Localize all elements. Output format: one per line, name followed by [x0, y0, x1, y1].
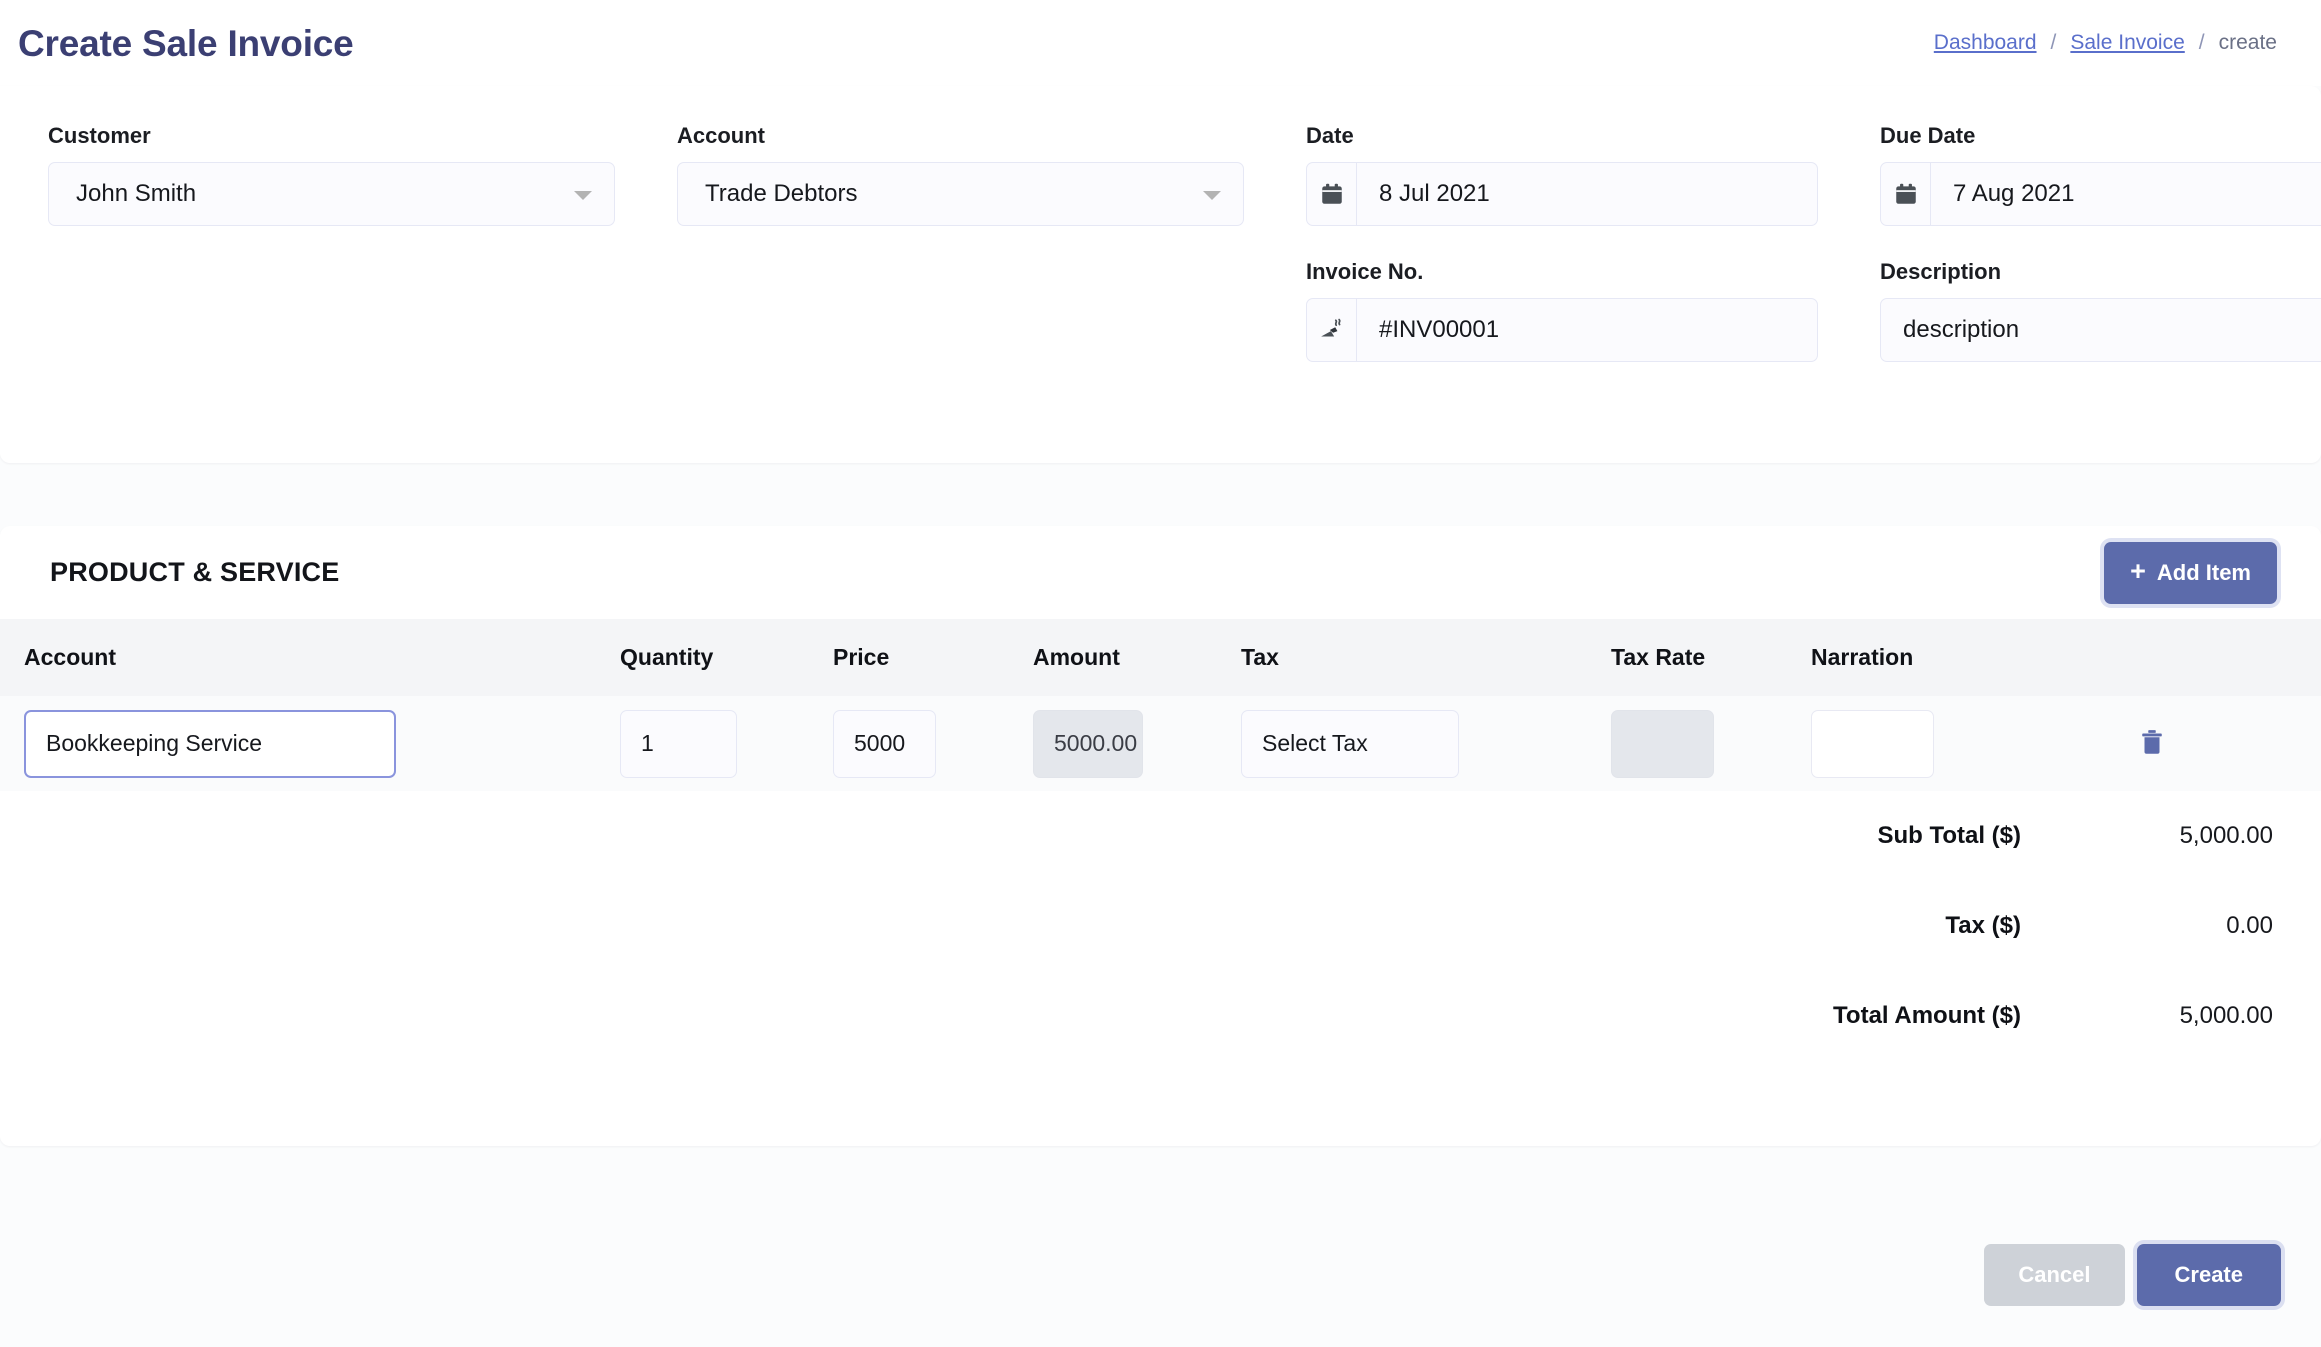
field-date: Date 8 Jul 2021 [1306, 123, 1818, 227]
column-header-quantity: Quantity [620, 619, 833, 696]
field-description: Description description [1880, 259, 2321, 363]
cell-price: 5000 [833, 696, 1033, 791]
total-value-total-amount: 5,000.00 [2179, 1002, 2273, 1029]
total-value-tax: 0.00 [2226, 912, 2273, 939]
column-header-tax-rate: Tax Rate [1611, 619, 1811, 696]
row-account-input[interactable]: Bookkeeping Service [24, 709, 396, 778]
label-customer: Customer [48, 123, 151, 148]
invoice-details-card: Customer John Smith Account Trade Debtor… [0, 86, 2321, 463]
account-select[interactable]: Trade Debtors [677, 162, 1244, 227]
column-header-amount: Amount [1033, 619, 1241, 696]
cell-tax: Select Tax [1241, 696, 1611, 791]
product-service-card: PRODUCT & SERVICE + Add Item Account Qua… [0, 526, 2321, 1146]
plus-icon: + [2130, 556, 2146, 586]
breadcrumb-separator: / [2198, 31, 2205, 54]
items-table: Account Quantity Price Amount Tax Tax Ra… [0, 619, 2321, 791]
invoice-no-input[interactable]: #INV00001 [1357, 299, 1817, 361]
date-input[interactable]: 8 Jul 2021 [1357, 163, 1817, 225]
cell-narration [1811, 696, 2131, 791]
product-service-header: PRODUCT & SERVICE + Add Item [0, 526, 2321, 619]
items-table-head: Account Quantity Price Amount Tax Tax Ra… [0, 619, 2321, 696]
cell-quantity: 1 [620, 696, 833, 791]
calendar-icon [1881, 163, 1931, 226]
field-account: Account Trade Debtors [677, 123, 1244, 227]
label-account: Account [677, 123, 765, 148]
date-input-group[interactable]: 8 Jul 2021 [1306, 162, 1818, 227]
cancel-button[interactable]: Cancel [1984, 1243, 2125, 1306]
page-body: Customer John Smith Account Trade Debtor… [0, 86, 2321, 1347]
add-item-button-label: Add Item [2156, 559, 2251, 585]
row-quantity-input[interactable]: 1 [620, 709, 737, 778]
breadcrumb-current: create [2218, 31, 2277, 54]
breadcrumb: Dashboard / Sale Invoice / create [1934, 31, 2281, 55]
chevron-down-icon [1203, 191, 1221, 201]
row-tax-select[interactable]: Select Tax [1241, 709, 1459, 778]
customer-select-value: John Smith [76, 180, 197, 208]
invoice-details-grid: Customer John Smith Account Trade Debtor… [48, 123, 2321, 363]
total-value-sub-total: 5,000.00 [2179, 822, 2273, 849]
cell-tax-rate [1611, 696, 1811, 791]
add-item-button[interactable]: + Add Item [2104, 541, 2277, 604]
total-row-tax: Tax ($) 0.00 [0, 881, 2321, 971]
page-header: Create Sale Invoice Dashboard / Sale Inv… [0, 0, 2321, 86]
column-header-price: Price [833, 619, 1033, 696]
row-amount-input: 5000.00 [1033, 709, 1143, 778]
label-invoice-no: Invoice No. [1306, 259, 1424, 285]
field-customer: Customer John Smith [48, 123, 615, 227]
items-table-header-row: Account Quantity Price Amount Tax Tax Ra… [0, 619, 2321, 696]
breadcrumb-separator: / [2050, 31, 2057, 54]
calendar-icon [1307, 163, 1357, 226]
cell-amount: 5000.00 [1033, 696, 1241, 791]
column-header-account: Account [0, 619, 620, 696]
column-header-actions [2131, 619, 2321, 696]
breadcrumb-link-sale-invoice[interactable]: Sale Invoice [2070, 31, 2184, 55]
row-tax-rate-input [1611, 709, 1714, 778]
column-header-tax: Tax [1241, 619, 1611, 696]
cell-account: Bookkeeping Service [0, 696, 620, 791]
label-description: Description [1880, 259, 2002, 285]
items-table-body: Bookkeeping Service 1 5000 5000.00 Selec [0, 696, 2321, 791]
account-select-value: Trade Debtors [705, 180, 858, 208]
totals-section: Sub Total ($) 5,000.00 Tax ($) 0.00 Tota… [0, 791, 2321, 1061]
due-date-input[interactable]: 7 Aug 2021 [1931, 163, 2321, 225]
product-service-title: PRODUCT & SERVICE [50, 557, 340, 587]
grid-spacer [48, 226, 615, 362]
total-label-tax: Tax ($) [1945, 912, 2021, 939]
field-invoice-no: Invoice No. #INV00001 [1306, 259, 1818, 363]
total-row-sub-total: Sub Total ($) 5,000.00 [0, 791, 2321, 881]
total-row-total-amount: Total Amount ($) 5,000.00 [0, 971, 2321, 1061]
customer-select[interactable]: John Smith [48, 162, 615, 227]
delete-row-button[interactable] [2137, 727, 2167, 760]
total-label-total-amount: Total Amount ($) [1833, 1002, 2021, 1029]
breadcrumb-link-dashboard[interactable]: Dashboard [1934, 31, 2037, 55]
row-narration-input[interactable] [1811, 709, 1934, 778]
column-header-narration: Narration [1811, 619, 2131, 696]
table-row: Bookkeeping Service 1 5000 5000.00 Selec [0, 696, 2321, 791]
chevron-down-icon [574, 191, 592, 201]
grid-spacer [677, 226, 1244, 362]
due-date-input-group[interactable]: 7 Aug 2021 [1880, 162, 2321, 227]
total-label-sub-total: Sub Total ($) [1877, 822, 2021, 849]
trash-icon [2137, 727, 2167, 760]
form-actions-footer: Cancel Create [0, 1202, 2321, 1347]
page-title: Create Sale Invoice [18, 22, 354, 64]
receipt-icon [1307, 299, 1357, 362]
field-due-date: Due Date 7 Aug 2021 [1880, 123, 2321, 227]
app-page: Create Sale Invoice Dashboard / Sale Inv… [0, 0, 2321, 1347]
label-due-date: Due Date [1880, 123, 1976, 148]
label-date: Date [1306, 123, 1354, 148]
cell-actions [2131, 696, 2321, 791]
invoice-no-input-group[interactable]: #INV00001 [1306, 298, 1818, 363]
create-button[interactable]: Create [2136, 1243, 2281, 1306]
row-price-input[interactable]: 5000 [833, 709, 936, 778]
description-input[interactable]: description [1880, 298, 2321, 363]
